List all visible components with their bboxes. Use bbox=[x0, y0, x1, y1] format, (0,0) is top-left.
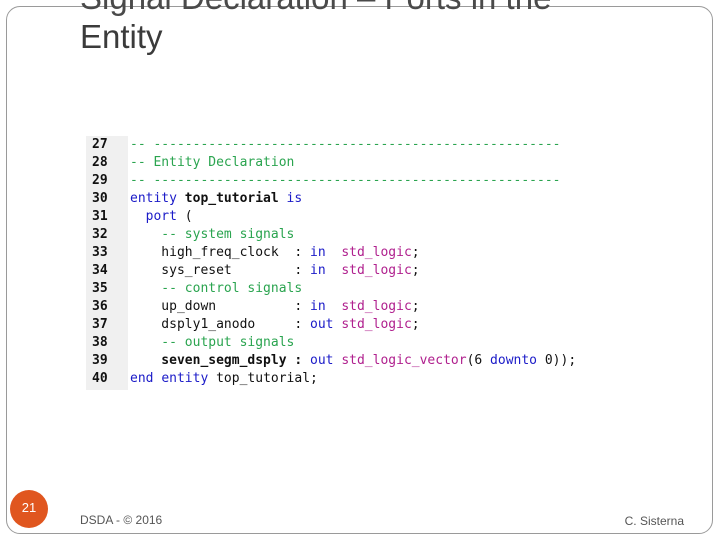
line-number: 31 bbox=[92, 209, 108, 224]
code-token: top_tutorial bbox=[176, 191, 287, 206]
code-text: -- system signals bbox=[130, 226, 294, 244]
code-token: entity bbox=[130, 191, 177, 206]
code-token: -- system signals bbox=[130, 227, 295, 242]
code-token: entity bbox=[161, 371, 209, 386]
code-token: downto bbox=[490, 353, 538, 368]
code-token: end bbox=[130, 371, 154, 386]
slide-title-line1: Signal Declaration – Ports in the bbox=[80, 0, 700, 17]
code-text: -- -------------------------------------… bbox=[130, 136, 560, 154]
code-token: ( bbox=[176, 209, 193, 224]
line-number: 33 bbox=[92, 245, 108, 260]
code-token: ; bbox=[411, 263, 420, 278]
code-text: high_freq_clock : in std_logic; bbox=[130, 244, 420, 262]
code-text: -- control signals bbox=[130, 280, 302, 298]
code-token: is bbox=[286, 191, 303, 206]
code-token: up_down : bbox=[130, 299, 311, 314]
code-text: end entity top_tutorial; bbox=[130, 370, 318, 388]
code-token: high_freq_clock : bbox=[130, 245, 311, 260]
line-number: 40 bbox=[92, 371, 108, 386]
line-number: 36 bbox=[92, 299, 108, 314]
code-token: (6 bbox=[466, 353, 491, 368]
line-number: 30 bbox=[92, 191, 108, 206]
slide-title: Signal Declaration – Ports in the Entity bbox=[80, 0, 700, 56]
code-text: -- -------------------------------------… bbox=[130, 172, 560, 190]
code-token: in bbox=[310, 263, 326, 278]
line-number: 28 bbox=[92, 155, 108, 170]
footer-author: C. Sisterna bbox=[624, 514, 684, 528]
code-token: seven_segm_dsply : bbox=[130, 353, 311, 368]
code-text: -- Entity Declaration bbox=[130, 154, 294, 172]
line-number: 38 bbox=[92, 335, 108, 350]
line-number: 39 bbox=[92, 353, 108, 368]
code-token: sys_reset : bbox=[130, 263, 311, 278]
code-token: std_logic bbox=[341, 263, 412, 278]
line-number: 34 bbox=[92, 263, 108, 278]
code-token: -- -------------------------------------… bbox=[130, 173, 561, 188]
line-number: 32 bbox=[92, 227, 108, 242]
code-token: -- -------------------------------------… bbox=[130, 137, 561, 152]
code-text: entity top_tutorial is bbox=[130, 190, 302, 208]
slide-title-line2: Entity bbox=[80, 18, 163, 55]
code-text: sys_reset : in std_logic; bbox=[130, 262, 420, 280]
code-token: 0)); bbox=[537, 353, 577, 368]
code-text: seven_segm_dsply : out std_logic_vector(… bbox=[130, 352, 576, 370]
code-token: top_tutorial; bbox=[208, 371, 318, 386]
code-token: in bbox=[310, 245, 326, 260]
code-text: up_down : in std_logic; bbox=[130, 298, 420, 316]
footer-copyright: DSDA - © 2016 bbox=[80, 513, 163, 527]
code-token: -- control signals bbox=[130, 281, 303, 296]
code-token: std_logic_vector bbox=[341, 353, 467, 368]
code-token: dsply1_anodo : bbox=[130, 317, 311, 332]
code-token: ; bbox=[411, 299, 420, 314]
code-text: port ( bbox=[130, 208, 193, 226]
line-number: 37 bbox=[92, 317, 108, 332]
code-listing: 27 -- -----------------------------------… bbox=[86, 136, 656, 390]
code-token: std_logic bbox=[341, 317, 412, 332]
code-text: dsply1_anodo : out std_logic; bbox=[130, 316, 420, 334]
line-number: 29 bbox=[92, 173, 108, 188]
line-number: 27 bbox=[92, 137, 108, 152]
code-text: -- output signals bbox=[130, 334, 294, 352]
code-token: ; bbox=[411, 245, 420, 260]
code-token: in bbox=[310, 299, 326, 314]
code-token: out bbox=[310, 317, 334, 332]
code-token: std_logic bbox=[341, 245, 412, 260]
code-token: -- output signals bbox=[130, 335, 295, 350]
slide-number-badge: 21 bbox=[10, 490, 48, 528]
code-token: out bbox=[310, 353, 334, 368]
code-token: std_logic bbox=[341, 299, 412, 314]
code-token: ; bbox=[411, 317, 420, 332]
code-token: -- Entity Declaration bbox=[130, 155, 295, 170]
code-token: port bbox=[130, 209, 177, 224]
line-number: 35 bbox=[92, 281, 108, 296]
